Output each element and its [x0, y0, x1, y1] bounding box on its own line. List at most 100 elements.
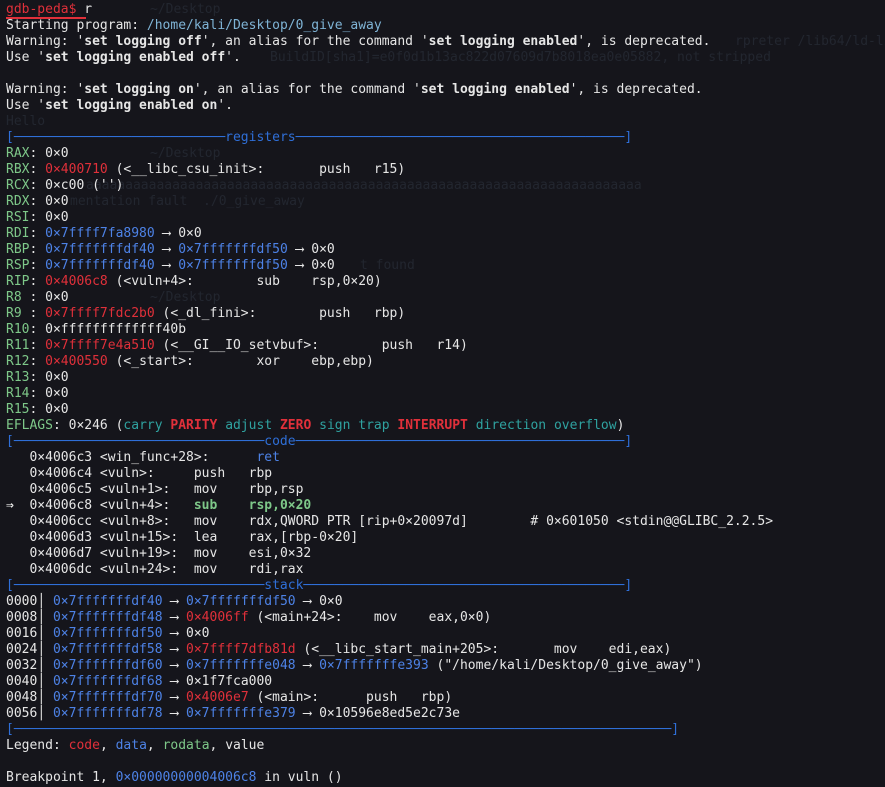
code-address: 0×4006cc: [29, 514, 93, 529]
current-instruction: ⇒ 0×4006c8 <vuln+4>: sub rsp,0×20: [6, 498, 311, 514]
register-row: RSI: 0×0: [6, 210, 69, 226]
legend-line: Legend: code, data, rodata, value: [6, 738, 265, 753]
stack-row: 0016│ 0×7fffffffdf50 ⟶ 0×0: [6, 626, 210, 642]
code-line: 0×4006d7 <vuln+19>: mov esi,0×32: [6, 546, 311, 562]
stack-address: 0×7fffffffdf40: [52, 594, 163, 609]
register-row: RDX: 0×0: [6, 194, 69, 210]
use-text: Use ': [6, 50, 46, 65]
register-sep: :: [29, 290, 46, 305]
breakpoint-line: Breakpoint 1, 0×00000000004006c8 in vuln…: [6, 770, 343, 786]
warn-cmd: set logging on: [84, 82, 194, 97]
breakpoint-text: in: [256, 770, 288, 785]
register-sep: :: [29, 386, 46, 401]
stack-arrow: ⟶ 0×0: [162, 626, 210, 641]
program-path: /home/kali/Desktop/0_give_away: [146, 18, 382, 33]
warn-text: Warning: ': [6, 82, 85, 97]
stack-address: 0×7fffffffdf48: [52, 610, 163, 625]
ghost-text: ~/Desktop: [150, 2, 221, 17]
register-row: R11: 0×7ffff7e4a510 (<__GI__IO_setvbuf>:…: [6, 338, 468, 354]
warning-line-2: Warning: 'set logging on', an alias for …: [6, 82, 703, 98]
sep-label: code: [264, 434, 296, 449]
register-name: RSP: [6, 258, 30, 273]
sep-bracket: [: [6, 434, 14, 449]
code-opcode: mov: [193, 514, 218, 529]
register-sep: :: [29, 226, 46, 241]
stack-arrow: ⟶: [162, 594, 187, 609]
register-sep: :: [29, 338, 46, 353]
breakpoint-address: 0×00000000004006c8: [115, 770, 257, 785]
register-name: RSI: [6, 210, 30, 225]
warn-cmd: set logging enabled: [420, 82, 570, 97]
register-value: 0×400710: [45, 162, 108, 177]
register-detail: ⟶ 0×0: [287, 258, 335, 273]
use-cmd: set logging enabled on: [45, 98, 218, 113]
legend-data: data: [115, 738, 147, 753]
stack-detail: (<main>: push rbp): [248, 690, 453, 705]
register-name: RDI: [6, 226, 30, 241]
register-detail: (<_start>: xor ebp,ebp): [107, 354, 374, 369]
stack-arrow: ⟶: [162, 642, 187, 657]
register-sep: :: [29, 242, 46, 257]
stack-divider: │: [37, 706, 53, 721]
stack-offset: 0024: [6, 642, 38, 657]
code-opcode: mov: [193, 562, 218, 577]
sep-fill: ────────────────────────────────: [13, 578, 265, 593]
register-value: 0×400550: [45, 354, 108, 369]
code-opcode: lea: [193, 530, 218, 545]
stack-row: 0040│ 0×7fffffffdf68 ⟶ 0×1f7fca000: [6, 674, 272, 690]
code-symbol: <vuln+4>:: [92, 498, 194, 513]
prompt-underline: [6, 17, 86, 19]
sep-bracket: [: [6, 578, 14, 593]
register-name: R10: [6, 322, 30, 337]
register-name: RBX: [6, 162, 30, 177]
register-sep: :: [29, 354, 46, 369]
register-row: RIP: 0×4006c8 (<vuln+4>: sub rsp,0×20): [6, 274, 382, 290]
register-name: RDX: [6, 194, 30, 209]
register-sep: :: [29, 146, 46, 161]
terminal-window[interactable]: ~/Desktop rpreter /lib64/ld-li BuildID[s…: [0, 0, 885, 787]
sep-fill: ────────────────────────────────────────…: [13, 722, 672, 737]
stack-divider: │: [37, 594, 53, 609]
code-line: 0×4006c5 <vuln+1>: mov rbp,rsp: [6, 482, 303, 498]
register-sep: :: [29, 258, 46, 273]
use-cmd: set logging enabled off: [45, 50, 226, 65]
register-detail: ⟶: [154, 258, 179, 273]
stack-offset: 0048: [6, 690, 38, 705]
legend-code: code: [68, 738, 100, 753]
register-name: RBP: [6, 242, 30, 257]
code-address: 0×4006d7: [29, 546, 93, 561]
legend-label: Legend:: [6, 738, 69, 753]
register-row: RSP: 0×7fffffffdf40 ⟶ 0×7fffffffdf50 ⟶ 0…: [6, 258, 335, 274]
code-address: 0×4006c8: [29, 498, 93, 513]
registers-separator: [───────────────────────────registers───…: [6, 130, 632, 146]
stack-value: 0×7fffffffdf50: [186, 594, 296, 609]
stack-value: 0×7fffffffe379: [186, 706, 296, 721]
register-name: R14: [6, 386, 30, 401]
start-label: Starting program:: [6, 18, 140, 33]
code-separator: [────────────────────────────────code───…: [6, 434, 632, 450]
code-arrow: [6, 514, 29, 529]
code-args: rsp,0×20: [217, 498, 312, 513]
stack-detail: ⟶: [295, 658, 320, 673]
register-sep: :: [29, 274, 46, 289]
flag-overflow: overflow: [553, 418, 617, 433]
stack-row: 0024│ 0×7fffffffdf58 ⟶ 0×7ffff7dfb81d (<…: [6, 642, 671, 658]
code-address: 0×4006c3: [29, 450, 93, 465]
register-value: 0×7ffff7fdc2b0: [45, 306, 155, 321]
register-value: 0×0: [45, 290, 69, 305]
code-address: 0×4006dc: [29, 562, 93, 577]
code-symbol: <vuln+8>:: [92, 514, 194, 529]
code-line: 0×4006dc <vuln+24>: mov rdi,rax: [6, 562, 303, 578]
eflags-label: EFLAGS: [6, 418, 53, 433]
register-name: RCX: [6, 178, 30, 193]
sep-label: stack: [264, 578, 304, 593]
register-sep: :: [29, 306, 46, 321]
register-value: 0×c00 (''): [45, 178, 124, 193]
ghost-text: mentation fault ./0_give_away: [70, 194, 305, 209]
code-args: rdi,rax: [217, 562, 304, 577]
sep-fill: ────────────────────────────────────────…: [303, 578, 625, 593]
register-value: 0×0: [45, 370, 69, 385]
flag-adjust: adjust: [225, 418, 273, 433]
register-detail: (<__libc_csu_init>: push r15): [107, 162, 406, 177]
register-row: R10: 0×fffffffffffff40b: [6, 322, 186, 338]
